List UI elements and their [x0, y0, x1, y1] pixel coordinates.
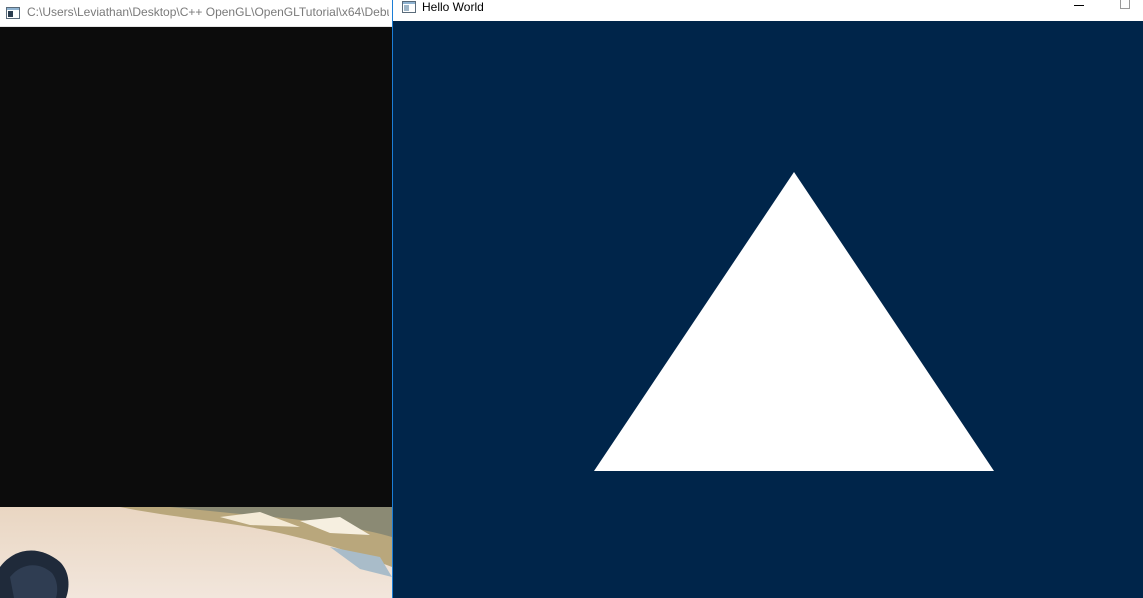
maximize-button[interactable]: [1102, 0, 1143, 21]
console-app-icon: [6, 6, 20, 24]
maximize-icon: [1120, 0, 1130, 9]
minimize-button[interactable]: [1056, 0, 1102, 21]
opengl-window-title: Hello World: [422, 0, 484, 14]
opengl-window[interactable]: Hello World: [392, 0, 1143, 598]
minimize-icon: [1074, 5, 1084, 6]
console-output-area[interactable]: [0, 27, 392, 507]
desktop: C:\Users\Leviathan\Desktop\C++ OpenGL\Op…: [0, 0, 1143, 598]
console-window[interactable]: C:\Users\Leviathan\Desktop\C++ OpenGL\Op…: [0, 0, 392, 507]
console-titlebar[interactable]: C:\Users\Leviathan\Desktop\C++ OpenGL\Op…: [0, 0, 392, 27]
rendered-triangle: [594, 172, 994, 471]
window-app-icon: [402, 0, 416, 18]
desktop-wallpaper: [0, 507, 392, 598]
console-window-title: C:\Users\Leviathan\Desktop\C++ OpenGL\Op…: [27, 5, 389, 19]
opengl-render-canvas[interactable]: [393, 21, 1143, 598]
opengl-titlebar[interactable]: Hello World: [393, 0, 1143, 21]
